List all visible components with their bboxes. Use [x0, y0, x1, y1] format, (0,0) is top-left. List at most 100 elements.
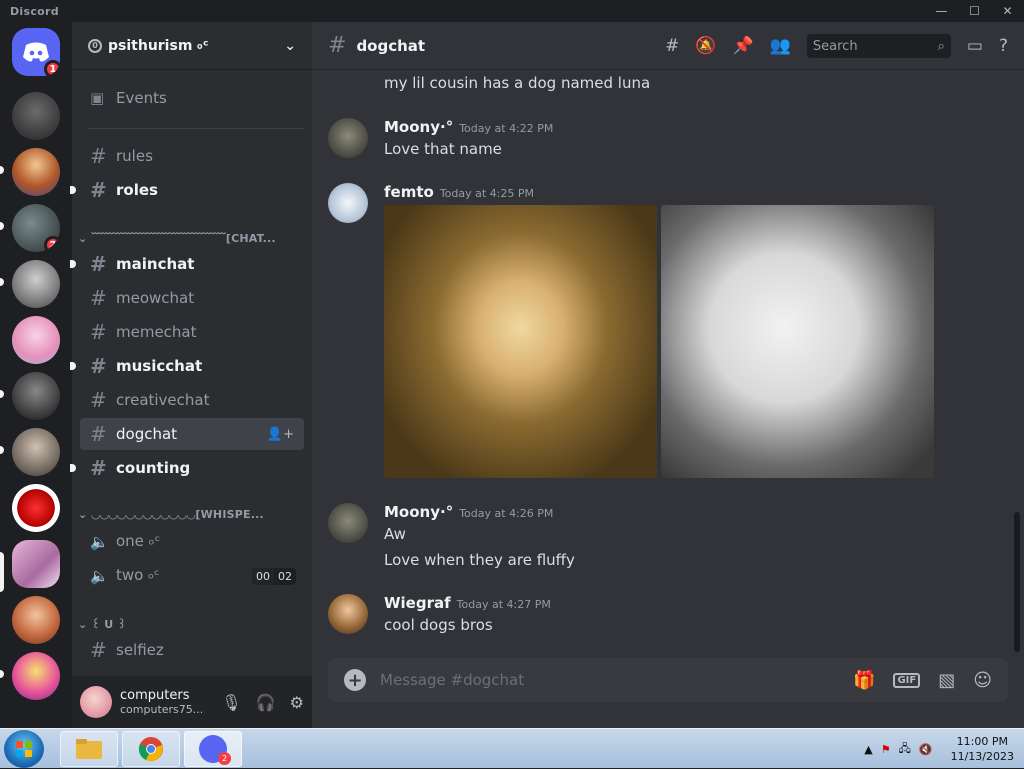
channel-memechat[interactable]: # memechat	[80, 316, 304, 348]
home-button[interactable]: 1	[12, 28, 60, 76]
message-author[interactable]: femto Today at 4:25 PM	[384, 183, 534, 201]
divider	[88, 128, 304, 129]
user-name: computers	[120, 688, 190, 703]
author-avatar[interactable]	[328, 594, 368, 634]
server-icon-2[interactable]	[12, 92, 60, 140]
unread-pip	[70, 260, 76, 268]
author-avatar[interactable]	[328, 118, 368, 158]
minimize-icon[interactable]: —	[925, 0, 958, 22]
hash-icon: #	[90, 286, 107, 310]
gift-icon[interactable]: 🎁	[853, 670, 875, 691]
sticker-icon[interactable]: ▧	[938, 670, 955, 691]
channel-mainchat[interactable]: # mainchat	[70, 248, 304, 280]
member-list-icon[interactable]: 👥	[770, 36, 791, 56]
channel-counting[interactable]: # counting	[70, 452, 304, 484]
server-unread-pip	[0, 278, 4, 286]
taskbar-discord[interactable]: 2	[184, 731, 242, 767]
author-avatar[interactable]	[328, 503, 368, 543]
category-whisper[interactable]: ⌄ ◡◡◡◡◡◡◡◡◡◡◡◡[WHISPE...	[78, 508, 302, 521]
unread-pip	[70, 186, 76, 194]
network-icon[interactable]: 🖧	[899, 740, 911, 759]
category-chat[interactable]: ⌄ ﹋﹋﹋﹋﹋﹋﹋﹋﹋﹋﹋﹋[CHAT...	[78, 230, 302, 246]
channel-creativechat[interactable]: # creativechat	[80, 384, 304, 416]
hash-icon: #	[90, 638, 107, 662]
server-icon-8[interactable]	[12, 428, 60, 476]
channel-label: mainchat	[116, 255, 195, 273]
channel-roles[interactable]: # roles	[70, 174, 304, 206]
threads-icon[interactable]: #	[665, 36, 679, 56]
user-info[interactable]: computers computers75...	[120, 688, 203, 716]
user-avatar[interactable]	[80, 686, 112, 718]
chevron-down-icon: ⌄	[78, 232, 92, 245]
unread-pip	[70, 362, 76, 370]
dog-image-1[interactable]	[384, 205, 657, 478]
pin-icon[interactable]: 📌	[733, 36, 754, 56]
channel-rules[interactable]: # rules	[80, 140, 304, 172]
show-hidden-icons[interactable]: ▲	[864, 743, 872, 756]
server-icon-7[interactable]	[12, 372, 60, 420]
clock[interactable]: 11:00 PM 11/13/2023	[951, 734, 1014, 764]
mute-bell-icon[interactable]: 🔕	[695, 36, 716, 56]
channel-meowchat[interactable]: # meowchat	[80, 282, 304, 314]
maximize-icon[interactable]: ☐	[958, 0, 991, 22]
server-icon-4[interactable]: 2	[12, 204, 60, 252]
taskbar-explorer[interactable]	[60, 731, 118, 767]
channel-label: one ৹ᶜ	[116, 531, 161, 550]
taskbar-chrome[interactable]	[122, 731, 180, 767]
image-attachments	[384, 205, 934, 478]
server-icon-5[interactable]	[12, 260, 60, 308]
message-author[interactable]: Moony·° Today at 4:22 PM	[384, 118, 553, 136]
gif-button[interactable]: GIF	[893, 672, 921, 688]
gear-icon[interactable]: ⚙	[290, 693, 304, 712]
calendar-icon: ▣	[90, 89, 105, 107]
channel-dogchat[interactable]: # dogchat 👤+	[80, 418, 304, 450]
category-label: ꒰ U ꒱	[91, 618, 127, 631]
message-author[interactable]: Wiegraf Today at 4:27 PM	[384, 594, 551, 612]
message-text: Aw	[384, 525, 406, 543]
headphones-icon[interactable]: 🎧	[256, 693, 276, 712]
channel-title: dogchat	[356, 36, 426, 55]
clock-date: 11/13/2023	[950, 750, 1014, 763]
inbox-icon[interactable]: ▭	[967, 36, 983, 56]
server-selected-pip	[0, 552, 4, 592]
emoji-icon[interactable]: ☺	[973, 670, 992, 691]
plus-icon[interactable]: +	[344, 669, 366, 691]
server-icon-6[interactable]	[12, 316, 60, 364]
microphone-icon[interactable]: 🎙	[221, 693, 241, 712]
search-box[interactable]: Search ⌕	[806, 34, 951, 58]
category-eu[interactable]: ⌄ ꒰ U ꒱	[78, 616, 302, 631]
channel-selfiez[interactable]: # selfiez	[80, 634, 304, 666]
server-icon-9[interactable]	[12, 484, 60, 532]
events-item[interactable]: ▣ Events	[80, 82, 304, 114]
message-composer[interactable]: + Message #dogchat 🎁 GIF ▧ ☺	[328, 658, 1008, 702]
server-header[interactable]: 0 psithurism ৹ᶜ ⌄	[72, 22, 312, 70]
voice-channel-two[interactable]: 🔈 two ৹ᶜ 00 02	[80, 560, 304, 592]
help-icon[interactable]: ?	[999, 36, 1008, 56]
message-author[interactable]: Moony·° Today at 4:26 PM	[384, 503, 553, 521]
channel-musicchat[interactable]: # musicchat	[70, 350, 304, 382]
chat-scrollbar[interactable]	[1014, 512, 1020, 652]
discord-logo-icon	[23, 42, 49, 62]
author-avatar[interactable]	[328, 183, 368, 223]
server-icon-11[interactable]	[12, 596, 60, 644]
add-member-icon[interactable]: 👤+	[267, 427, 294, 442]
speaker-icon: 🔈	[90, 567, 109, 585]
dog-image-2[interactable]	[661, 205, 934, 478]
message-text: Love when they are fluffy	[384, 551, 575, 569]
close-icon[interactable]: ✕	[991, 0, 1024, 22]
action-center-icon[interactable]: ⚑	[881, 743, 891, 756]
server-icon-3[interactable]	[12, 148, 60, 196]
hash-icon: #	[90, 178, 107, 202]
voice-channel-one[interactable]: 🔈 one ৹ᶜ	[80, 526, 304, 558]
volume-muted-icon[interactable]: 🔇	[919, 743, 933, 756]
category-label: ◡◡◡◡◡◡◡◡◡◡◡◡[WHISPE...	[91, 508, 264, 521]
server-icon-12[interactable]	[12, 652, 60, 700]
chevron-down-icon: ⌄	[78, 618, 92, 631]
folder-icon	[76, 739, 102, 759]
channel-header: # dogchat # 🔕 📌 👥 Search ⌕ ▭ ?	[312, 22, 1024, 70]
channel-label: roles	[116, 181, 158, 199]
start-button[interactable]	[4, 730, 44, 768]
channel-sidebar: 0 psithurism ৹ᶜ ⌄ ▣ Events # rules # roles…	[70, 22, 312, 728]
channel-label: counting	[116, 459, 191, 477]
server-icon-10[interactable]	[12, 540, 60, 588]
